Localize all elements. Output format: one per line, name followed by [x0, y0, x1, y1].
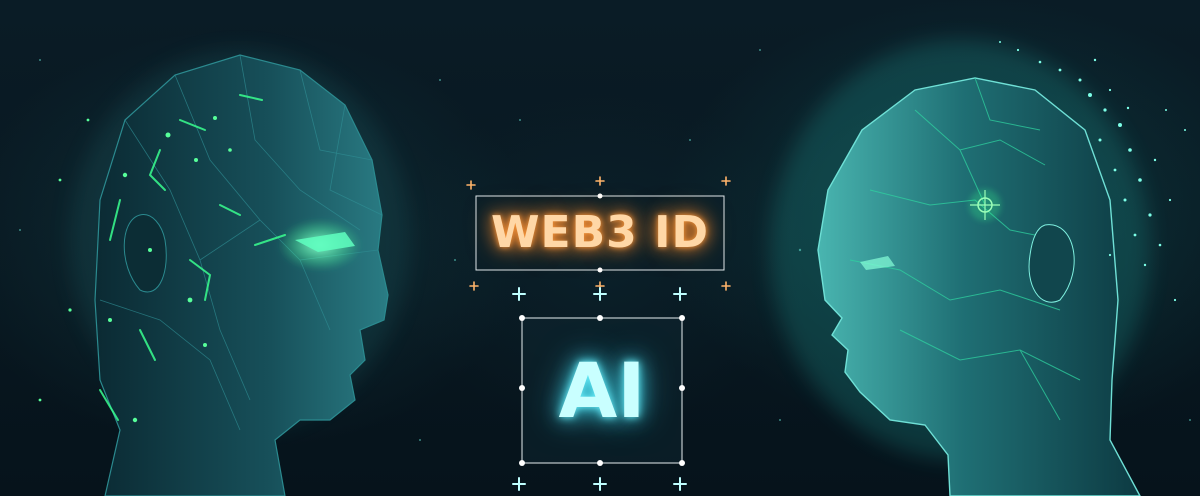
right-circuit-node: [969, 189, 1001, 221]
ai-label: AI: [558, 346, 646, 435]
web3-id-label: WEB3 ID: [491, 207, 709, 258]
hero-banner: WEB3 ID AI: [0, 0, 1200, 496]
